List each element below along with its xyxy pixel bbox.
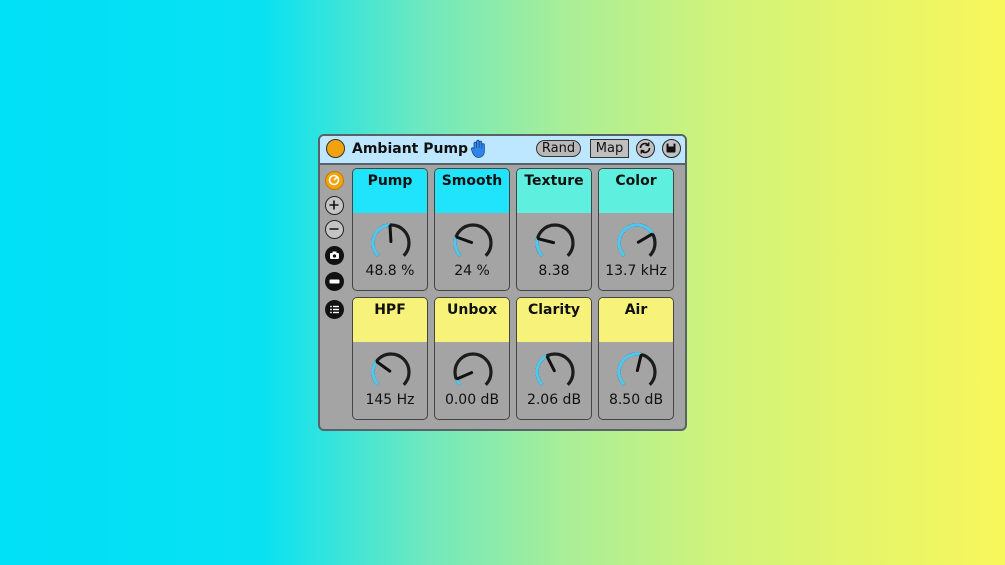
macro-label[interactable]: Clarity xyxy=(517,298,591,342)
add-variation-button[interactable] xyxy=(325,196,344,215)
knob-needle xyxy=(375,360,392,373)
macro-smooth: Smooth 24 % xyxy=(434,168,510,291)
macro-value[interactable]: 24 % xyxy=(435,262,509,280)
macro-air: Air 8.50 dB xyxy=(598,297,674,420)
macro-hpf: HPF 145 Hz xyxy=(352,297,428,420)
macro-knob[interactable] xyxy=(369,350,413,394)
macro-pump: Pump 48.8 % xyxy=(352,168,428,291)
macro-icon xyxy=(328,174,340,186)
macro-label[interactable]: Unbox xyxy=(435,298,509,342)
knob-track xyxy=(453,223,493,257)
macro-clarity: Clarity 2.06 dB xyxy=(516,297,592,420)
knob-needle xyxy=(455,371,474,381)
macro-knob[interactable] xyxy=(451,221,495,265)
refresh-button[interactable] xyxy=(636,139,655,158)
knob-track xyxy=(453,352,493,386)
macro-knob[interactable] xyxy=(451,350,495,394)
knob-value-arc xyxy=(535,238,544,257)
macro-value[interactable]: 2.06 dB xyxy=(517,391,591,409)
macro-label[interactable]: HPF xyxy=(353,298,427,342)
knob-value-arc xyxy=(617,223,654,257)
list-icon xyxy=(330,305,339,314)
macro-knob[interactable] xyxy=(615,221,659,265)
device-panel: Ambiant Pump Rand Map Pump 48.8 % Smooth… xyxy=(318,134,687,431)
knob-needle xyxy=(636,232,654,244)
macro-label[interactable]: Pump xyxy=(353,169,427,213)
knob-needle xyxy=(635,353,643,373)
macro-label[interactable]: Air xyxy=(599,298,673,342)
power-button[interactable] xyxy=(326,139,345,158)
knob-value-arc xyxy=(535,354,548,386)
knob-needle xyxy=(545,355,556,373)
device-title[interactable]: Ambiant Pump xyxy=(352,140,468,158)
macro-label[interactable]: Smooth xyxy=(435,169,509,213)
knob-track xyxy=(371,352,411,386)
remove-variation-button[interactable] xyxy=(325,220,344,239)
macro-value[interactable]: 8.50 dB xyxy=(599,391,673,409)
save-icon xyxy=(666,143,676,153)
macro-label[interactable]: Texture xyxy=(517,169,591,213)
snapshot-button[interactable] xyxy=(325,246,344,265)
knob-needle xyxy=(455,235,474,244)
list-button[interactable] xyxy=(325,300,344,319)
save-button[interactable] xyxy=(662,139,681,158)
macro-value[interactable]: 145 Hz xyxy=(353,391,427,409)
knob-value-arc xyxy=(371,360,380,386)
macro-label[interactable]: Color xyxy=(599,169,673,213)
minus-icon xyxy=(329,279,340,284)
macro-color: Color 13.7 kHz xyxy=(598,168,674,291)
macro-value[interactable]: 48.8 % xyxy=(353,262,427,280)
collapse-button[interactable] xyxy=(325,272,344,291)
macro-texture: Texture 8.38 xyxy=(516,168,592,291)
macro-knob[interactable] xyxy=(369,221,413,265)
macro-knob[interactable] xyxy=(533,221,577,265)
macro-value[interactable]: 8.38 xyxy=(517,262,591,280)
knob-value-arc xyxy=(371,223,391,257)
macro-value[interactable]: 13.7 kHz xyxy=(599,262,673,280)
macro-unbox: Unbox 0.00 dB xyxy=(434,297,510,420)
camera-icon xyxy=(330,251,339,259)
title-bar: Ambiant Pump Rand Map xyxy=(320,136,685,165)
hand-icon xyxy=(470,139,485,158)
add-variation-icon xyxy=(329,200,339,210)
rand-button[interactable]: Rand xyxy=(536,140,581,157)
map-button[interactable]: Map xyxy=(590,139,629,158)
macro-button[interactable] xyxy=(325,171,344,190)
knob-needle xyxy=(537,237,556,245)
macro-value[interactable]: 0.00 dB xyxy=(435,391,509,409)
remove-variation-icon xyxy=(329,228,339,230)
refresh-icon xyxy=(639,142,651,154)
macro-knob[interactable] xyxy=(615,350,659,394)
macro-knob[interactable] xyxy=(533,350,577,394)
knob-needle xyxy=(388,224,393,244)
